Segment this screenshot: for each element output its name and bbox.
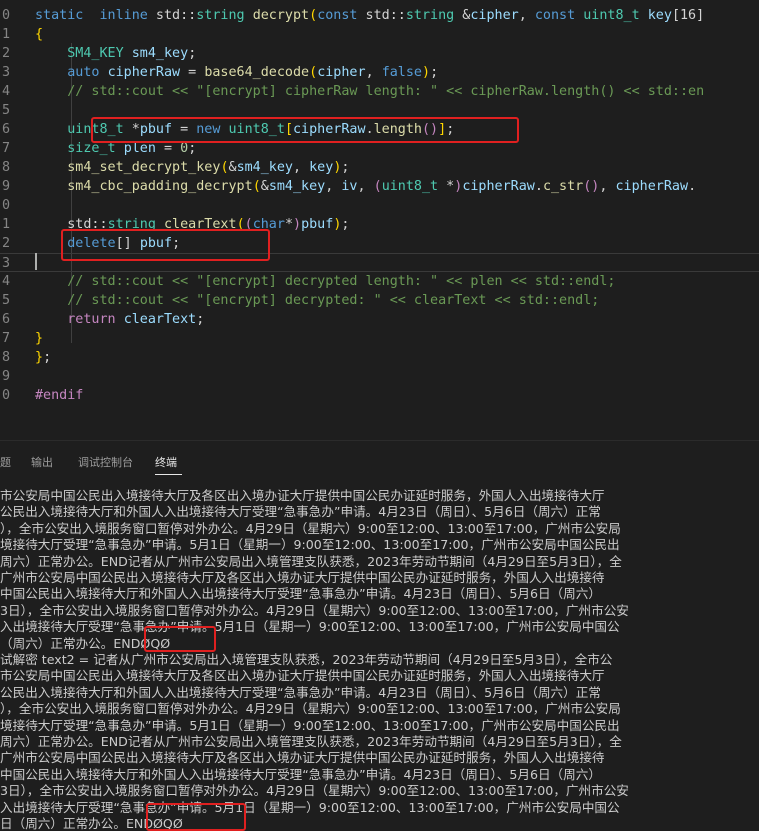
terminal-line: 中国公民出入境接待大厅和外国人入出境接待大厅受理“急事急办”申请。4月23日（周… — [0, 586, 601, 602]
code-text: }; — [35, 350, 52, 365]
code-line[interactable]: 6 return clearText; — [0, 310, 759, 329]
terminal-line: 入出境接待大厅受理“急事急办”申请。5月1日（星期一）9:00至12:00、13… — [0, 799, 620, 815]
code-text: // std::cout << "[encrypt] cipherRaw len… — [67, 84, 705, 99]
code-line[interactable]: 0 — [0, 196, 759, 215]
code-text: // std::cout << "[encrypt] decrypted: " … — [67, 293, 600, 308]
code-text: #endif — [35, 388, 84, 403]
terminal-line: 广州市公安局中国公民出入境接待大厅及各区出入境办证大厅提供中国公民办证延时服务，… — [0, 750, 605, 766]
code-text: // std::cout << "[encrypt] decrypted len… — [67, 274, 616, 289]
line-number: 2 — [1, 46, 10, 61]
tab-output[interactable]: 输出 — [31, 454, 53, 470]
line-number: 0 — [1, 8, 10, 23]
terminal-line: （周六）正常办公。ENDØQØ — [0, 635, 171, 651]
panel-tab-bar: 题 输出 调试控制台 终端 — [0, 440, 759, 481]
tab-terminal[interactable]: 终端 — [155, 454, 177, 470]
code-text: sm4_cbc_padding_decrypt(&sm4_key, iv, (u… — [67, 179, 697, 194]
line-number: 6 — [1, 122, 10, 137]
line-number: 3 — [1, 65, 10, 80]
terminal-line: ），全市公安出入境服务窗口暂停对外办公。4月29日（星期六）9:00至12:00… — [0, 520, 621, 536]
line-number: 7 — [1, 331, 10, 346]
line-number: 6 — [1, 312, 10, 327]
code-line[interactable]: 1{ — [0, 25, 759, 44]
terminal-line: 境接待大厅受理“急事急办”申请。5月1日（星期一）9:00至12:00、13:0… — [0, 717, 620, 733]
code-line[interactable]: 4 // std::cout << "[encrypt] decrypted l… — [0, 272, 759, 291]
line-number: 7 — [1, 141, 10, 156]
terminal-line: 3日），全市公安出入境服务窗口暂停对外办公。4月29日（星期六）9:00至12:… — [0, 602, 629, 618]
code-text: } — [35, 331, 44, 346]
line-number: 1 — [1, 27, 10, 42]
tab-debug-console[interactable]: 调试控制台 — [78, 454, 133, 470]
line-number: 1 — [1, 217, 10, 232]
terminal-line: 日（周六）正常办公。ENDØQØ — [0, 816, 183, 831]
terminal-line: 公民出入境接待大厅和外国人入出境接待大厅受理“急事急办”申请。4月23日（周日）… — [0, 504, 601, 520]
code-line[interactable]: 0 #endif — [0, 386, 759, 405]
highlight-end-garbage-2 — [146, 803, 246, 831]
terminal-line: 广州市公安局中国公民出入境接待大厅及各区出入境办证大厅提供中国公民办证延时服务，… — [0, 570, 605, 585]
line-number: 2 — [1, 236, 10, 251]
code-editor[interactable]: 0 static inline std::string decrypt(const… — [0, 0, 759, 440]
code-text: { — [35, 27, 44, 42]
terminal-line: 公民出入境接待大厅和外国人入出境接待大厅受理“急事急办”申请。4月23日（周日）… — [0, 684, 601, 700]
code-line[interactable]: 5 // std::cout << "[encrypt] decrypted: … — [0, 291, 759, 310]
tab-problems[interactable]: 题 — [0, 454, 11, 470]
code-text: static inline std::string decrypt(const … — [35, 8, 705, 23]
terminal-line: 市公安局中国公民出入境接待大厅及各区出入境办证大厅提供中国公民办证延时服务，外国… — [0, 488, 605, 503]
highlight-new-allocation — [91, 117, 519, 143]
terminal-output[interactable]: 市公安局中国公民出入境接待大厅及各区出入境办证大厅提供中国公民办证延时服务，外国… — [0, 488, 759, 831]
line-number: 0 — [1, 198, 10, 213]
code-text: return clearText; — [67, 312, 205, 327]
line-number: 4 — [1, 84, 10, 99]
line-number: 5 — [1, 293, 10, 308]
code-line[interactable]: 2 SM4_KEY sm4_key; — [0, 44, 759, 63]
terminal-line: 市公安局中国公民出入境接待大厅及各区出入境办证大厅提供中国公民办证延时服务，外国… — [0, 668, 605, 684]
code-line[interactable]: 3 auto cipherRaw = base64_decode(cipher,… — [0, 63, 759, 82]
line-number: 0 — [1, 388, 10, 403]
active-tab-indicator — [155, 474, 182, 475]
text-cursor — [35, 253, 37, 270]
code-line[interactable]: 0 static inline std::string decrypt(const… — [0, 6, 759, 25]
code-line[interactable]: 9 — [0, 367, 759, 386]
line-number: 8 — [1, 160, 10, 175]
line-number: 8 — [1, 350, 10, 365]
code-text: auto cipherRaw = base64_decode(cipher, f… — [67, 65, 439, 80]
line-number: 9 — [1, 179, 10, 194]
terminal-line: 周六）正常办公。END记者从广州市公安局出入境管理支队获悉，2023年劳动节期间… — [0, 734, 622, 749]
highlight-delete-statement — [61, 229, 270, 261]
line-number: 9 — [1, 369, 10, 384]
terminal-line: 周六）正常办公。END记者从广州市公安局出入境管理支队获悉，2023年劳动节期间… — [0, 553, 622, 569]
code-text: sm4_set_decrypt_key(&sm4_key, key); — [67, 160, 350, 175]
code-text: SM4_KEY sm4_key; — [67, 46, 197, 61]
line-number: 5 — [1, 103, 10, 118]
line-number: 4 — [1, 274, 10, 289]
terminal-line: 中国公民出入境接待大厅和外国人入出境接待大厅受理“急事急办”申请。4月23日（周… — [0, 766, 601, 782]
line-number: 3 — [1, 256, 10, 271]
code-line[interactable]: 9 sm4_cbc_padding_decrypt(&sm4_key, iv, … — [0, 177, 759, 196]
terminal-line: 入出境接待大厅受理“急事急办”申请。5月1日（星期一）9:00至12:00、13… — [0, 619, 620, 635]
highlight-end-garbage-1 — [144, 626, 216, 652]
code-line[interactable]: 8 sm4_set_decrypt_key(&sm4_key, key); — [0, 158, 759, 177]
terminal-line: ），全市公安出入境服务窗口暂停对外办公。4月29日（星期六）9:00至12:00… — [0, 701, 621, 717]
terminal-line: 3日），全市公安出入境服务窗口暂停对外办公。4月29日（星期六）9:00至12:… — [0, 783, 629, 799]
terminal-line: 境接待大厅受理“急事急办”申请。5月1日（星期一）9:00至12:00、13:0… — [0, 537, 620, 553]
terminal-line: 试解密 text2 = 记者从广州市公安局出入境管理支队获悉，2023年劳动节期… — [0, 652, 613, 667]
code-line[interactable]: 4 // std::cout << "[encrypt] cipherRaw l… — [0, 82, 759, 101]
code-line[interactable]: 7} — [0, 329, 759, 348]
code-line[interactable]: 8}; — [0, 348, 759, 367]
